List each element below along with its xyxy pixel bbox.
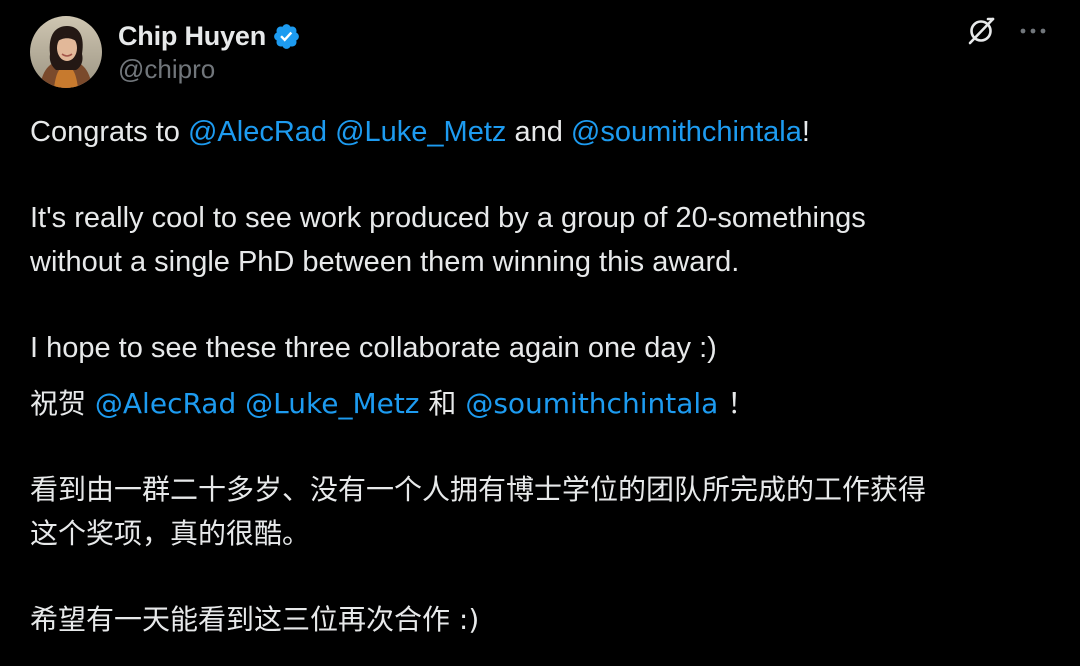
text-segment [236, 387, 245, 420]
tweet-header: Chip Huyen @chipro [30, 16, 301, 88]
en-paragraph-hope: I hope to see these three collaborate ag… [30, 332, 717, 364]
zh-paragraph-hope: 希望有一天能看到这三位再次合作 :) [30, 603, 480, 636]
text-segment: ! [801, 116, 810, 148]
verified-badge-icon[interactable] [272, 22, 301, 51]
avatar[interactable] [30, 16, 102, 88]
text-segment: 和 [419, 387, 466, 420]
tweet-text: Congrats to @AlecRad @Luke_Metz and @sou… [30, 110, 1050, 642]
zh-paragraph-congrats: 祝贺 @AlecRad @Luke_Metz 和 @soumithchintal… [30, 382, 1050, 426]
zh-paragraph-cool-line2: 这个奖项，真的很酷。 [30, 517, 311, 550]
handle[interactable]: @chipro [118, 53, 301, 85]
text-segment: 祝贺 [30, 387, 95, 420]
name-row: Chip Huyen [118, 19, 301, 53]
grok-icon[interactable] [964, 14, 998, 48]
zh-paragraph-cool-line1: 看到由一群二十多岁、没有一个人拥有博士学位的团队所完成的工作获得 [30, 473, 927, 506]
en-paragraph-cool-line1: It's really cool to see work produced by… [30, 202, 866, 234]
text-segment: and [506, 116, 571, 148]
author-names: Chip Huyen @chipro [118, 19, 301, 85]
avatar-image [30, 16, 102, 88]
text-segment: Congrats to [30, 116, 188, 148]
top-actions [964, 14, 1050, 48]
tweet: Chip Huyen @chipro Congrats to @AlecRad … [0, 0, 1080, 666]
text-segment [327, 116, 335, 148]
en-paragraph-congrats: Congrats to @AlecRad @Luke_Metz and @sou… [30, 110, 1050, 154]
text-segment: ！ [718, 387, 756, 420]
en-paragraph-cool-line2: without a single PhD between them winnin… [30, 246, 740, 278]
more-options-icon[interactable] [1016, 14, 1050, 48]
mention-soumithchintala[interactable]: @soumithchintala [571, 116, 802, 148]
display-name[interactable]: Chip Huyen [118, 21, 266, 52]
mention-luke-metz-zh[interactable]: @Luke_Metz [245, 387, 419, 420]
mention-alecrad[interactable]: @AlecRad [188, 116, 327, 148]
mention-luke-metz[interactable]: @Luke_Metz [335, 116, 506, 148]
mention-alecrad-zh[interactable]: @AlecRad [95, 387, 236, 420]
mention-soumithchintala-zh[interactable]: @soumithchintala [465, 387, 718, 420]
